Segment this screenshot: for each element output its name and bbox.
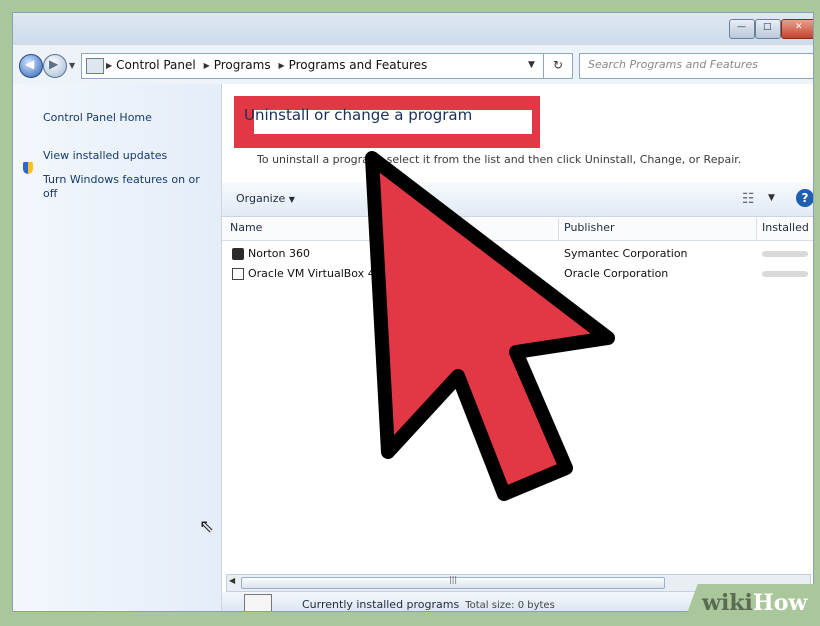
red-arrow-pointer-icon: [365, 151, 615, 501]
wikihow-watermark: wikiHow: [702, 590, 807, 616]
watermark-prefix: wiki: [702, 590, 753, 616]
watermark-suffix: How: [752, 590, 808, 616]
arrow-shape: [365, 151, 615, 501]
